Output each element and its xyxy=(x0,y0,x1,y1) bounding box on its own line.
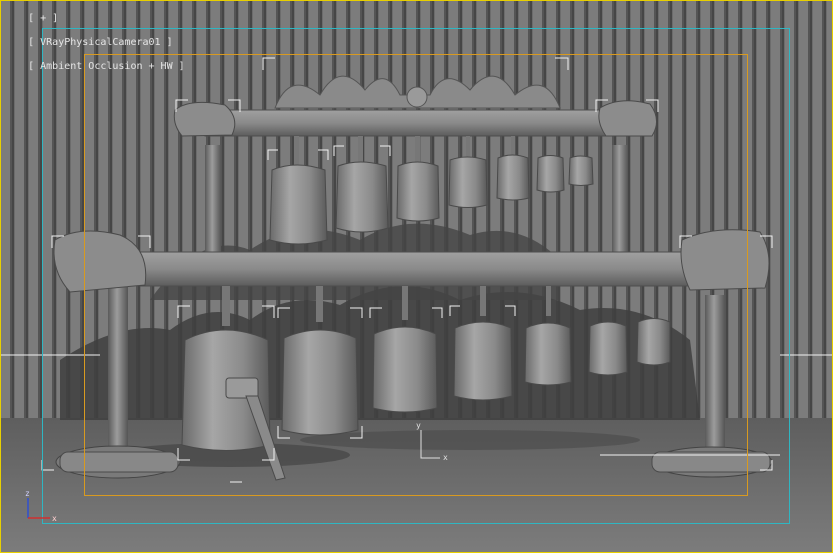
right-post xyxy=(705,295,725,455)
shading-mode-menu[interactable]: [ Ambient Occlusion + HW ] xyxy=(28,61,185,72)
label-space xyxy=(28,25,34,36)
axis-tripod-icon: z x xyxy=(25,489,57,523)
axis-z-label: z xyxy=(25,489,30,498)
pivot-y-label: y xyxy=(416,421,421,430)
upper-beam xyxy=(204,109,616,137)
label-space xyxy=(28,49,34,60)
viewport-menu-button[interactable]: [ + ] xyxy=(28,13,58,24)
perspective-viewport[interactable]: x y [ + ] [ VRayPhysicalCamera01 ] [ Amb… xyxy=(0,0,833,553)
left-post xyxy=(108,280,128,450)
camera-view-menu[interactable]: [ VRayPhysicalCamera01 ] xyxy=(28,37,173,48)
viewport-label: [ + ] [ VRayPhysicalCamera01 ] [ Ambient… xyxy=(4,1,185,85)
axis-x-label: x xyxy=(52,514,57,523)
lower-beam xyxy=(139,251,691,287)
pivot-x-label: x xyxy=(443,453,448,462)
